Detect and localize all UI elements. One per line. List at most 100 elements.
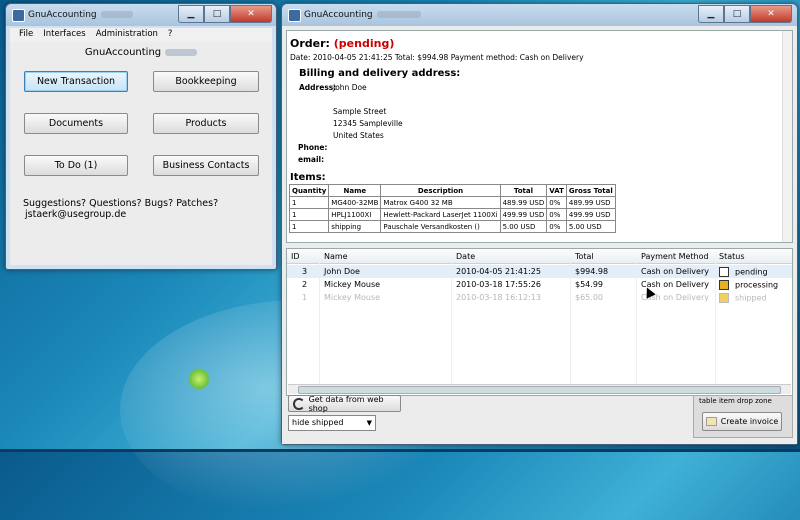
col-header-name[interactable]: Name — [324, 252, 348, 261]
item-cell: 499.99 USD — [499, 208, 548, 221]
filter-select[interactable]: hide shipped ▼ — [288, 415, 376, 431]
col-header-status[interactable]: Status — [719, 252, 745, 261]
table-row[interactable]: 1 Mickey Mouse 2010-03-18 16:12:13 $65.0… — [287, 291, 792, 304]
blurred-text — [165, 48, 198, 56]
items-table: Quantity Name Description Total VAT Gros… — [288, 184, 616, 233]
item-cell: 489.99 USD — [565, 196, 616, 209]
main-window-titlebar[interactable]: GnuAccounting ▁ □ ✕ — [6, 4, 276, 26]
cell-id: 1 — [302, 293, 308, 302]
filter-select-value: hide shipped — [292, 418, 344, 427]
menu-file[interactable]: File — [14, 28, 38, 42]
item-cell: 499.99 USD — [565, 208, 616, 221]
customer-name: John Doe — [333, 83, 367, 92]
items-header-cell: Total — [499, 184, 548, 197]
main-window-client: GnuAccounting New Transaction Bookkeepin… — [10, 42, 272, 265]
document-icon — [705, 417, 717, 426]
items-header-cell: Description — [380, 184, 501, 197]
item-cell: 5.00 USD — [499, 220, 548, 233]
item-cell: 0% — [546, 208, 567, 221]
items-table-header: Quantity Name Description Total VAT Gros… — [288, 184, 616, 197]
horizontal-scrollbar[interactable] — [288, 384, 791, 394]
minimize-button[interactable]: ▁ — [178, 5, 204, 23]
cell-name: John Doe — [324, 267, 360, 276]
products-button[interactable]: Products — [153, 113, 259, 134]
order-window-title: GnuAccounting — [304, 10, 421, 20]
suggestions-text: Suggestions? Questions? Bugs? Patches? — [23, 198, 219, 209]
new-transaction-button[interactable]: New Transaction — [24, 71, 128, 92]
cell-total: $994.98 — [575, 267, 609, 276]
cell-name: Mickey Mouse — [324, 293, 381, 302]
horizontal-scrollbar-thumb[interactable] — [298, 386, 781, 394]
address-country: United States — [333, 131, 384, 140]
cell-total: $54.99 — [575, 280, 603, 289]
close-button[interactable]: ✕ — [750, 5, 792, 23]
pending-icon — [719, 267, 729, 277]
items-header-cell: Quantity — [288, 184, 330, 197]
minimize-button[interactable]: ▁ — [698, 5, 724, 23]
menu-administration[interactable]: Administration — [91, 28, 163, 42]
app-heading: GnuAccounting — [10, 47, 272, 58]
item-cell: MG400-32MB — [328, 196, 382, 209]
item-cell: Pauschale Versandkosten () — [380, 220, 501, 233]
items-table-row: 1 shipping Pauschale Versandkosten () 5.… — [288, 220, 616, 233]
order-window: GnuAccounting ▁ □ ✕ Order: (pending) Dat… — [281, 3, 798, 445]
item-cell: HPLJ1100XI — [328, 208, 382, 221]
email-label: email: — [298, 155, 325, 164]
orders-table[interactable]: ID Name Date Total Payment Method Status… — [286, 248, 793, 396]
drop-zone-label: table item drop zone — [699, 397, 772, 405]
shipped-icon — [719, 293, 729, 303]
menu-help[interactable]: ? — [163, 28, 178, 42]
business-contacts-button[interactable]: Business Contacts — [153, 155, 259, 176]
vertical-scrollbar[interactable] — [782, 31, 792, 242]
items-header-cell: Name — [328, 184, 382, 197]
app-icon — [288, 9, 301, 22]
blurred-text — [376, 11, 421, 18]
cell-status: shipped — [719, 293, 767, 303]
address-street: Sample Street — [333, 107, 387, 116]
table-row[interactable]: 2 Mickey Mouse 2010-03-18 17:55:26 $54.9… — [287, 278, 792, 291]
maximize-button[interactable]: □ — [204, 5, 230, 23]
col-header-payment[interactable]: Payment Method — [641, 252, 709, 261]
item-cell: 489.99 USD — [499, 196, 548, 209]
address-label: Address: — [299, 83, 337, 92]
items-header-cell: Gross Total — [565, 184, 616, 197]
menu-interfaces[interactable]: Interfaces — [38, 28, 90, 42]
processing-icon — [719, 280, 729, 290]
order-details-view[interactable]: Order: (pending) Date: 2010-04-05 21:41:… — [286, 30, 793, 243]
get-data-from-web-shop-button[interactable]: Get data from web shop — [288, 395, 401, 413]
close-button[interactable]: ✕ — [230, 5, 272, 23]
item-cell: shipping — [328, 220, 382, 233]
item-cell: 1 — [288, 196, 330, 209]
col-header-id[interactable]: ID — [291, 252, 300, 261]
table-row[interactable]: 3 John Doe 2010-04-05 21:41:25 $994.98 C… — [287, 265, 792, 278]
cell-name: Mickey Mouse — [324, 280, 381, 289]
blurred-text — [100, 11, 133, 18]
menu-bar: File Interfaces Administration ? — [10, 28, 272, 42]
cell-date: 2010-03-18 17:55:26 — [456, 280, 541, 289]
order-title: Order: (pending) — [290, 37, 395, 50]
orders-table-header: ID Name Date Total Payment Method Status — [287, 249, 792, 264]
col-header-total[interactable]: Total — [575, 252, 594, 261]
create-invoice-button[interactable]: Create invoice — [702, 412, 782, 431]
item-cell: 1 — [288, 220, 330, 233]
order-status: (pending) — [333, 37, 395, 50]
col-header-date[interactable]: Date — [456, 252, 475, 261]
table-item-drop-zone[interactable]: table item drop zone Create invoice — [693, 395, 793, 438]
chevron-down-icon: ▼ — [366, 419, 372, 427]
address-city: 12345 Sampleville — [333, 119, 403, 128]
item-cell: 0% — [546, 220, 567, 233]
bookkeeping-button[interactable]: Bookkeeping — [153, 71, 259, 92]
documents-button[interactable]: Documents — [24, 113, 128, 134]
todo-button[interactable]: To Do (1) — [24, 155, 128, 176]
cell-status: pending — [719, 267, 768, 277]
maximize-button[interactable]: □ — [724, 5, 750, 23]
refresh-icon — [293, 397, 305, 410]
item-cell: Hewlett-Packard LaserJet 1100Xi — [380, 208, 501, 221]
order-meta: Date: 2010-04-05 21:41:25 Total: $994.98… — [290, 53, 584, 62]
order-window-titlebar[interactable]: GnuAccounting ▁ □ ✕ — [282, 4, 797, 26]
item-cell: 0% — [546, 196, 567, 209]
cell-id: 2 — [302, 280, 308, 289]
billing-heading: Billing and delivery address: — [299, 68, 461, 79]
main-window-title: GnuAccounting — [28, 10, 133, 20]
items-header-cell: VAT — [546, 184, 567, 197]
